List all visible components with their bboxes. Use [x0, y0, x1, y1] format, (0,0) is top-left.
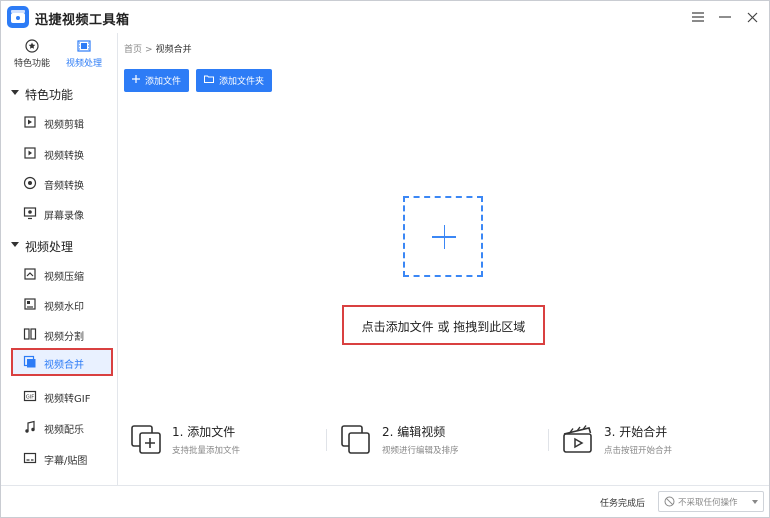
- sidebar: 特色功能 视频处理 特色功能 视频剪辑 视频转换 音频转换 屏幕录像 视频处理 …: [1, 33, 118, 485]
- chevron-down-icon: [752, 500, 758, 504]
- app-title: 迅捷视频工具箱: [35, 13, 130, 28]
- film-icon: [77, 40, 91, 52]
- main-panel: 首页 > 视频合并 添加文件 添加文件夹 点击添加文件 或 拖拽到此区域 1. …: [118, 33, 769, 485]
- sidebar-item-video-to-gif[interactable]: GIF 视频转GIF: [11, 382, 113, 410]
- sidebar-item-video-convert[interactable]: 视频转换: [11, 139, 113, 167]
- audio-convert-icon: [23, 176, 37, 190]
- sidebar-item-screen-record[interactable]: 屏幕录像: [11, 199, 113, 227]
- video-merge-icon: [23, 355, 36, 368]
- add-file-icon: [131, 425, 161, 454]
- step-title: 3. 开始合并: [604, 425, 668, 439]
- add-folder-label: 添加文件夹: [219, 77, 265, 87]
- sidebar-item-label: 视频水印: [44, 302, 84, 313]
- after-task-label: 任务完成后: [600, 499, 646, 509]
- group-label: 视频处理: [25, 240, 74, 254]
- topnav-featured[interactable]: 特色功能: [8, 39, 56, 73]
- edit-video-icon: [341, 425, 370, 454]
- sidebar-item-video-edit[interactable]: 视频剪辑: [11, 108, 113, 136]
- video-edit-icon: [24, 116, 36, 128]
- gif-icon: GIF: [23, 390, 37, 402]
- video-watermark-icon: [24, 298, 36, 310]
- app-window: 迅捷视频工具箱 特色功能 视频处理 特色功能 视频剪辑 视频转换 音频转换 屏幕…: [0, 0, 770, 518]
- step-desc: 视频进行编辑及排序: [382, 446, 459, 456]
- folder-icon: [204, 75, 214, 86]
- add-folder-button[interactable]: 添加文件夹: [196, 69, 273, 92]
- group-video-processing[interactable]: 视频处理: [1, 234, 117, 256]
- add-file-label: 添加文件: [145, 77, 182, 87]
- topnav-label: 视频处理: [65, 59, 102, 69]
- footer-bar: 任务完成后 不采取任何操作: [1, 485, 769, 517]
- step-title: 2. 编辑视频: [382, 425, 446, 439]
- sidebar-item-video-music[interactable]: 视频配乐: [11, 413, 113, 441]
- step-desc: 点击按钮开始合并: [604, 446, 673, 456]
- drop-zone-add[interactable]: [403, 196, 483, 277]
- group-featured[interactable]: 特色功能: [1, 82, 117, 104]
- star-circle-icon: [25, 39, 39, 53]
- group-label: 特色功能: [25, 88, 74, 102]
- breadcrumb-home[interactable]: 首页: [124, 45, 142, 55]
- hamburger-icon[interactable]: [688, 7, 708, 27]
- sidebar-item-label: 字幕/贴图: [44, 456, 88, 467]
- sidebar-item-video-watermark[interactable]: 视频水印: [11, 290, 113, 318]
- breadcrumb-separator: >: [145, 45, 153, 55]
- minimize-icon[interactable]: [715, 7, 735, 27]
- breadcrumb-current: 视频合并: [155, 45, 192, 55]
- sidebar-item-label: 屏幕录像: [44, 211, 84, 222]
- sidebar-item-label: 视频转换: [44, 151, 84, 162]
- close-icon[interactable]: [742, 7, 762, 27]
- plus-icon: [132, 75, 140, 86]
- step-edit-video: 2. 编辑视频 视频进行编辑及排序: [339, 421, 529, 461]
- sidebar-item-label: 视频压缩: [44, 272, 84, 283]
- after-task-value: 不采取任何操作: [678, 498, 738, 508]
- video-compress-icon: [24, 268, 36, 280]
- step-desc: 支持批量添加文件: [172, 446, 241, 456]
- caret-down-icon: [11, 90, 19, 95]
- step-title: 1. 添加文件: [172, 425, 236, 439]
- screen-record-icon: [23, 207, 37, 220]
- breadcrumb: 首页 > 视频合并: [124, 42, 192, 55]
- sidebar-item-label: 视频分割: [44, 332, 84, 343]
- svg-text:GIF: GIF: [26, 395, 34, 401]
- step-divider: [548, 429, 549, 451]
- step-divider: [326, 429, 327, 451]
- topnav-video-processing[interactable]: 视频处理: [60, 39, 108, 73]
- sidebar-item-video-split[interactable]: 视频分割: [11, 320, 113, 348]
- sidebar-item-label: 视频配乐: [44, 425, 84, 436]
- sidebar-item-label: 视频合并: [44, 360, 84, 371]
- clapperboard-icon: [563, 425, 592, 453]
- no-action-icon: [664, 496, 675, 507]
- subtitle-sticker-icon: [23, 452, 37, 464]
- title-bar: 迅捷视频工具箱: [1, 1, 769, 33]
- sidebar-item-audio-convert[interactable]: 音频转换: [11, 169, 113, 197]
- caret-down-icon: [11, 242, 19, 247]
- top-nav: 特色功能 视频处理: [1, 33, 117, 75]
- sidebar-item-label: 视频剪辑: [44, 120, 84, 131]
- step-add-file: 1. 添加文件 支持批量添加文件: [129, 421, 319, 461]
- sidebar-item-label: 视频转GIF: [44, 394, 91, 405]
- sidebar-item-subtitle-sticker[interactable]: 字幕/贴图: [11, 444, 113, 472]
- sidebar-item-label: 音频转换: [44, 181, 84, 192]
- video-convert-icon: [24, 147, 36, 159]
- step-start-merge: 3. 开始合并 点击按钮开始合并: [561, 421, 751, 461]
- drop-hint-highlight[interactable]: 点击添加文件 或 拖拽到此区域: [342, 305, 545, 345]
- video-split-icon: [23, 328, 37, 340]
- music-note-icon: [25, 420, 35, 433]
- topnav-label: 特色功能: [13, 59, 50, 69]
- sidebar-item-video-merge[interactable]: 视频合并: [11, 348, 113, 376]
- sidebar-item-video-compress[interactable]: 视频压缩: [11, 260, 113, 288]
- app-logo-icon: [7, 6, 29, 28]
- add-file-button[interactable]: 添加文件: [124, 69, 190, 92]
- drop-hint-text: 点击添加文件 或 拖拽到此区域: [361, 320, 526, 334]
- after-task-select[interactable]: 不采取任何操作: [658, 491, 764, 512]
